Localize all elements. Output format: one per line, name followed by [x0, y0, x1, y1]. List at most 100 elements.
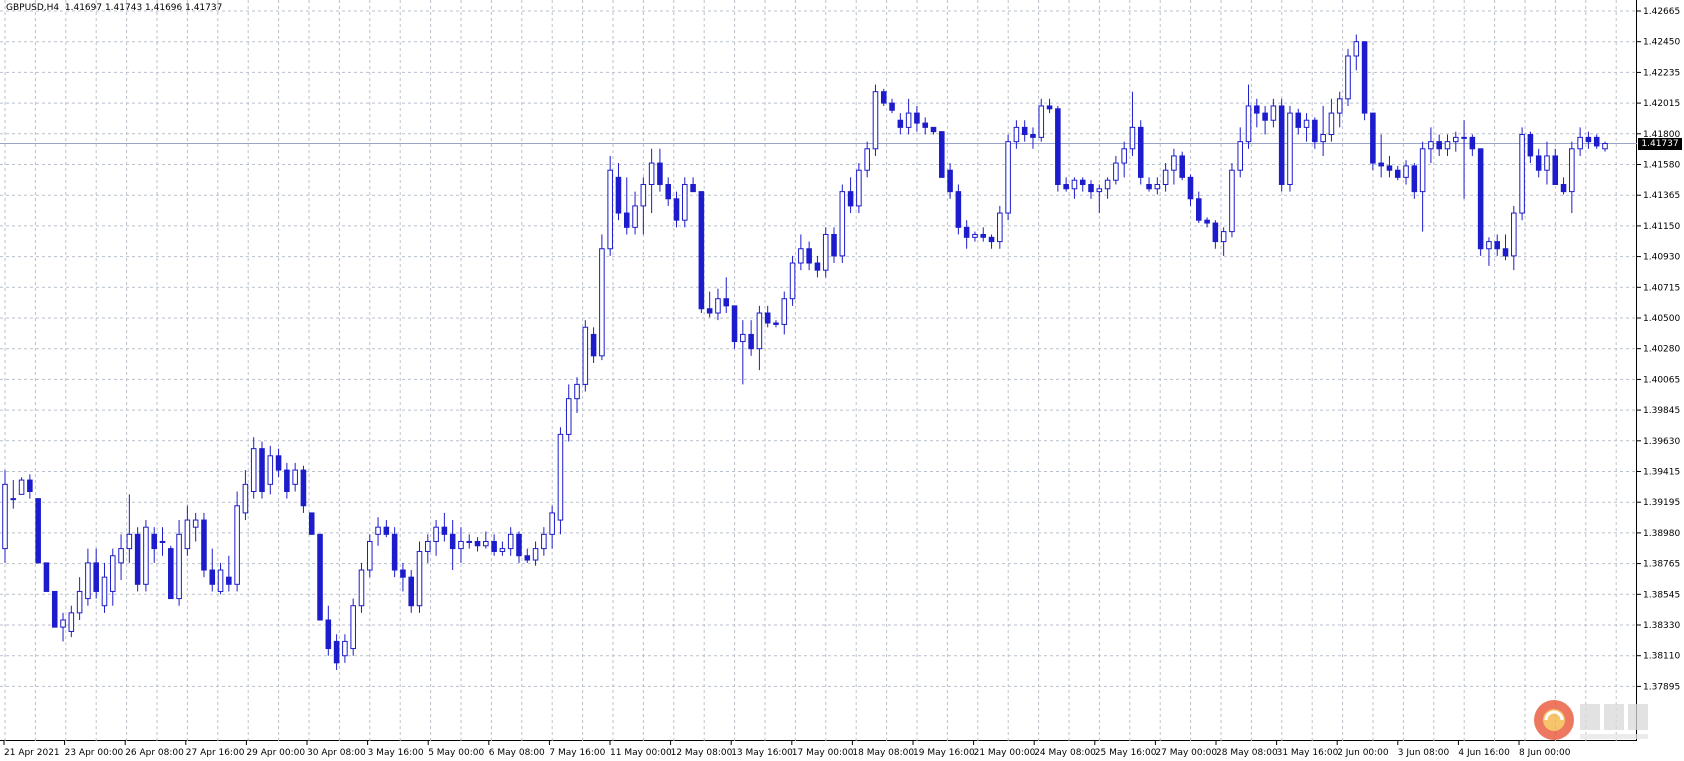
- candle-body-bull: [1005, 141, 1011, 214]
- candle-body-bull: [458, 540, 464, 550]
- candle-body-bear: [1196, 198, 1202, 221]
- candle-body-bear: [43, 562, 50, 592]
- candle-body-bear: [1262, 112, 1268, 121]
- candle-body-bull: [292, 469, 298, 485]
- candle-body-bull: [1171, 155, 1177, 171]
- price-tick-label: 1.39845: [1643, 406, 1680, 416]
- candle-body-bull: [18, 479, 25, 495]
- candle-body-bear: [955, 191, 962, 228]
- time-tick-label: 27 May 00:00: [1155, 748, 1217, 758]
- candle-body-bear: [1212, 222, 1219, 243]
- candle-body-bull: [1461, 136, 1467, 139]
- candle-body-bull: [1428, 141, 1434, 150]
- candle-body-bull: [756, 312, 763, 350]
- candle-body-bear: [1137, 126, 1144, 178]
- candle-body-bear: [897, 119, 904, 128]
- time-tick-label: 18 May 08:00: [852, 748, 914, 758]
- candle-body-bear: [383, 526, 390, 535]
- candle-body-bull: [366, 540, 373, 571]
- candle-body-bear: [1394, 169, 1401, 178]
- candle-body-bull: [234, 505, 240, 585]
- candle-body-bear: [491, 540, 497, 552]
- candle-body-bull: [416, 550, 423, 607]
- candle-body-bear: [590, 333, 597, 357]
- candle-body-bear: [209, 569, 216, 585]
- candle-body-bull: [648, 162, 655, 185]
- candle-body-bear: [1535, 155, 1542, 171]
- candle-body-bear: [524, 555, 531, 561]
- candle-body-bear: [914, 112, 920, 124]
- candle-body-bull: [109, 555, 116, 592]
- candle-body-bear: [773, 322, 779, 325]
- candle-body-bear: [134, 533, 141, 585]
- price-tick-label: 1.39630: [1643, 437, 1680, 447]
- candle-body-bull: [856, 169, 862, 207]
- candle-body-bull: [217, 569, 224, 592]
- candle-body-bull: [905, 112, 912, 128]
- candle-body-bull: [574, 383, 580, 400]
- candle-body-bear: [1146, 183, 1152, 190]
- candle-body-bull: [1577, 136, 1583, 150]
- candle-body-bull: [342, 640, 348, 657]
- candle-body-bear: [947, 169, 953, 193]
- price-tick-label: 1.40930: [1643, 253, 1680, 263]
- candle-body-bull: [358, 569, 365, 607]
- price-tick-label: 1.41365: [1643, 191, 1680, 201]
- chart-window[interactable]: 1.42665 1.42450 1.42235 1.42015 1.41800 1.415…: [0, 0, 1684, 761]
- candle-body-bear: [889, 102, 895, 111]
- candle-body-bear: [1560, 183, 1567, 193]
- candle-body-bear: [391, 533, 398, 571]
- candle-body-bear: [1295, 112, 1302, 128]
- candle-body-bull: [1336, 98, 1343, 114]
- price-tick-label: 1.39195: [1643, 498, 1680, 508]
- time-tick-label: 4 Jun 16:00: [1458, 748, 1510, 758]
- candle-body-bear: [27, 479, 33, 492]
- price-tick-label: 1.39415: [1643, 468, 1680, 478]
- candle-body-bull: [159, 540, 166, 543]
- candle-body-bear: [988, 236, 995, 243]
- candle-body-bull: [68, 612, 75, 632]
- candle-body-bull: [143, 526, 149, 585]
- candle-body-bear: [922, 122, 928, 128]
- candle-body-bull: [1444, 141, 1451, 150]
- candle-body-bear: [441, 526, 448, 535]
- candle-body-bull: [1353, 41, 1360, 57]
- time-tick-label: 21 Apr 2021: [4, 748, 60, 758]
- candle-body-bull: [872, 91, 879, 150]
- candle-body-bear: [748, 333, 754, 350]
- candle-body-bull: [176, 533, 182, 600]
- candle-body-bull: [1452, 136, 1459, 143]
- candle-body-bear: [623, 212, 630, 228]
- price-tick-label: 1.42665: [1643, 7, 1680, 17]
- candle-body-bear: [516, 533, 522, 557]
- candle-body-bull: [1096, 188, 1103, 193]
- candle-body-bull: [375, 526, 381, 535]
- candle-body-bear: [201, 519, 207, 571]
- candle-body-bull: [267, 455, 274, 485]
- candle-body-bull: [715, 298, 721, 314]
- candle-body-bear: [1088, 183, 1094, 193]
- candle-body-bear: [474, 540, 481, 547]
- time-tick-label: 27 Apr 16:00: [186, 748, 245, 758]
- candle-body-bull: [1345, 55, 1351, 100]
- candle-body-bear: [764, 312, 771, 324]
- time-tick-label: 2 Jun 00:00: [1337, 748, 1389, 758]
- candle-body-bear: [1361, 41, 1368, 114]
- candle-body-bull: [192, 519, 199, 528]
- candle-body-bear: [698, 191, 705, 310]
- candle-body-bear: [1477, 148, 1484, 250]
- candle-body-bull: [184, 519, 191, 550]
- candle-body-bear: [930, 126, 937, 133]
- candle-body-bear: [1312, 119, 1318, 143]
- chart-plot-area[interactable]: 1.42665 1.42450 1.42235 1.42015 1.41800 1.415…: [0, 0, 1680, 758]
- candle-body-bear: [93, 562, 99, 592]
- candle-body-bull: [1403, 165, 1409, 178]
- candle-body-bull: [85, 562, 91, 600]
- candle-body-bear: [963, 226, 970, 238]
- candle-body-bear: [1079, 179, 1086, 185]
- candle-body-bear: [1593, 136, 1600, 147]
- candle-body-bull: [565, 398, 572, 435]
- candle-body-bull: [1287, 112, 1293, 185]
- candle-body-bull: [466, 540, 473, 543]
- time-tick-label: 26 Apr 08:00: [125, 748, 184, 758]
